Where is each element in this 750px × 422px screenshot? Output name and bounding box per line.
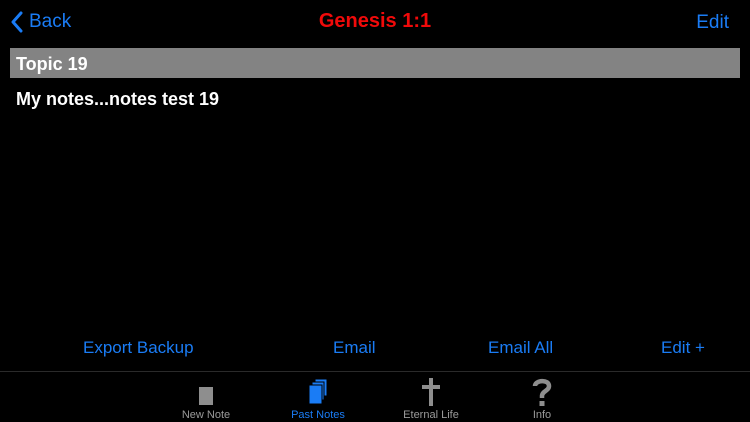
action-bar: Export Backup Email Email All Edit + (0, 338, 750, 362)
tab-info[interactable]: Info (497, 372, 587, 422)
edit-button[interactable]: Edit (696, 12, 729, 34)
export-backup-button[interactable]: Export Backup (83, 338, 194, 358)
screen: Back Genesis 1:1 Edit Topic 19 My notes.… (0, 0, 750, 422)
email-button[interactable]: Email (333, 338, 376, 358)
tab-label: Past Notes (291, 409, 345, 421)
tab-label: New Note (181, 409, 231, 421)
navigation-bar: Back Genesis 1:1 Edit (0, 0, 750, 44)
tab-bar: New Note Past Notes Eternal Life Info (0, 371, 750, 422)
tab-past-notes[interactable]: Past Notes (273, 372, 363, 422)
note-text[interactable]: My notes...notes test 19 (16, 89, 219, 110)
cross-icon (422, 378, 440, 406)
edit-plus-button[interactable]: Edit + (661, 338, 705, 358)
tab-eternal-life[interactable]: Eternal Life (386, 372, 476, 422)
past-notes-icon (308, 378, 328, 405)
topic-header[interactable]: Topic 19 (10, 48, 740, 78)
tab-new-note[interactable]: New Note (161, 372, 251, 422)
new-note-icon (199, 387, 213, 405)
question-mark-icon (532, 378, 552, 406)
tab-label: Eternal Life (403, 409, 459, 421)
tab-label: Info (532, 409, 552, 421)
email-all-button[interactable]: Email All (488, 338, 553, 358)
page-title: Genesis 1:1 (318, 10, 432, 32)
